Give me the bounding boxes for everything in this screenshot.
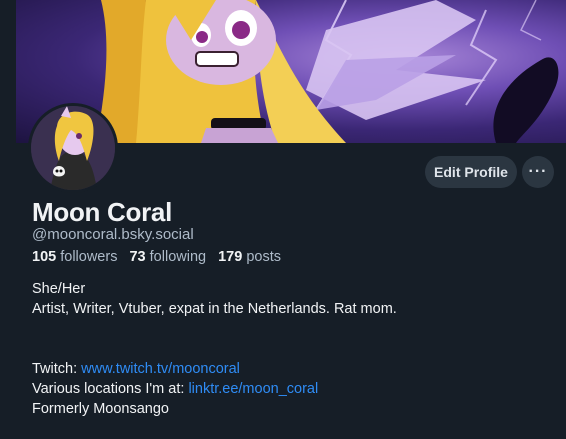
followers-stat[interactable]: 105 followers (32, 249, 117, 265)
bio-line: Artist, Writer, Vtuber, expat in the Net… (32, 301, 397, 317)
twitch-link[interactable]: www.twitch.tv/mooncoral (81, 361, 240, 377)
display-name: Moon Coral (32, 197, 172, 227)
ellipsis-icon: ··· (528, 163, 548, 180)
bio-blank-line (32, 339, 552, 359)
bio-line: Formerly Moonsango (32, 401, 169, 417)
left-strip (0, 0, 16, 439)
posts-count: 179 (218, 249, 243, 265)
following-stat[interactable]: 73 following (129, 249, 206, 265)
profile-handle: @mooncoral.bsky.social (32, 226, 194, 243)
following-label: following (149, 249, 207, 265)
bio-blank-line (32, 319, 552, 339)
bio-line: She/Her (32, 281, 86, 297)
bio-locations-line: Various locations I'm at: linktr.ee/moon… (32, 379, 552, 399)
bio-twitch-line: Twitch: www.twitch.tv/mooncoral (32, 359, 552, 379)
twitch-prefix: Twitch: (32, 361, 82, 377)
linktree-link[interactable]: linktr.ee/moon_coral (188, 381, 318, 397)
edit-profile-button[interactable]: Edit Profile (425, 156, 517, 188)
following-count: 73 (129, 249, 146, 265)
locations-prefix: Various locations I'm at: (32, 381, 189, 397)
profile-stats: 105 followers 73 following 179 posts (32, 249, 281, 265)
posts-stat: 179 posts (218, 249, 281, 265)
followers-count: 105 (32, 249, 57, 265)
avatar-image (31, 106, 115, 190)
more-options-button[interactable]: ··· (522, 156, 554, 188)
posts-label: posts (246, 249, 282, 265)
followers-label: followers (60, 249, 118, 265)
avatar[interactable] (28, 103, 118, 193)
profile-bio: She/Her Artist, Writer, Vtuber, expat in… (32, 279, 552, 419)
